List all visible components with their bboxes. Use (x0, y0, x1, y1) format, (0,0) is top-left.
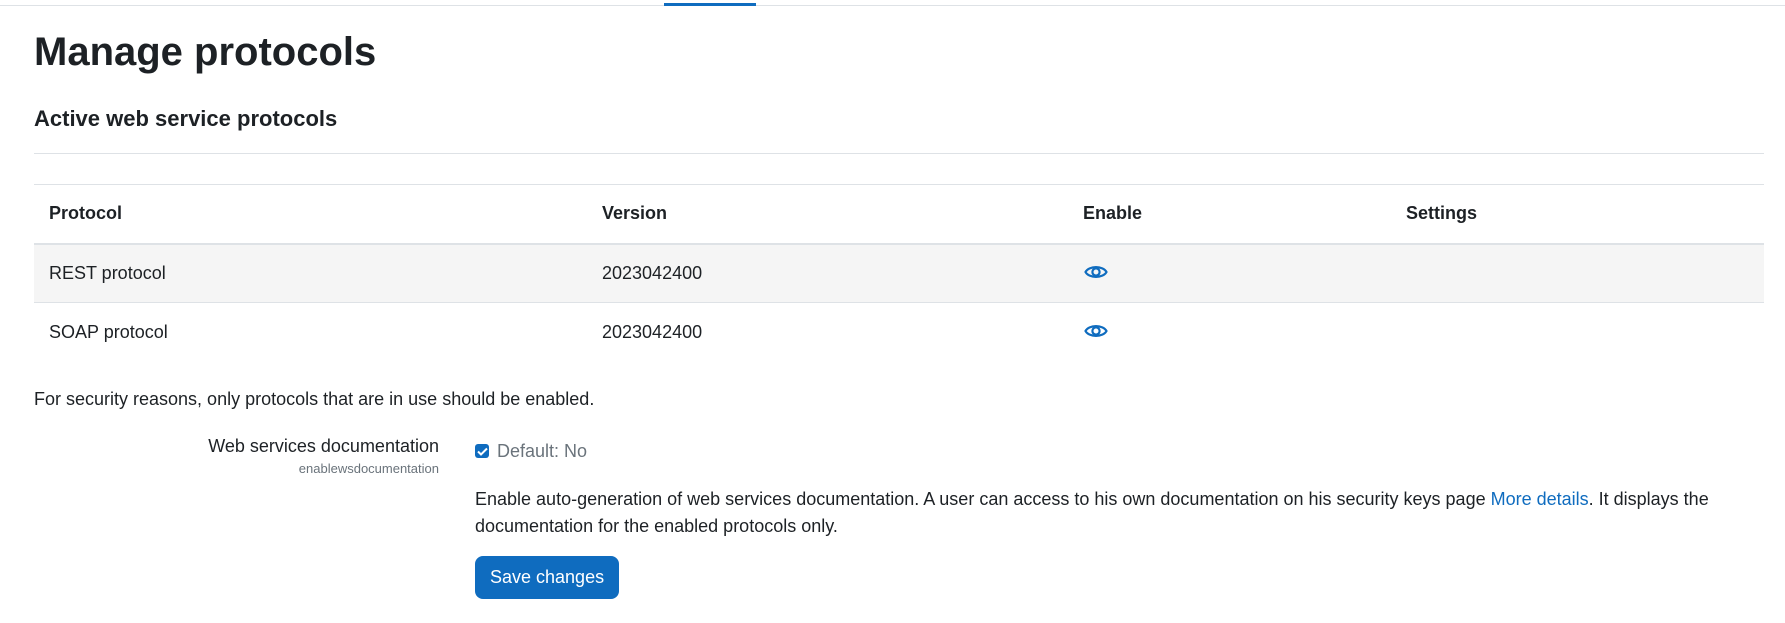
save-changes-button[interactable]: Save changes (475, 556, 620, 599)
enable-documentation-checkbox[interactable] (475, 444, 489, 458)
table-header-row: Protocol Version Enable Settings (34, 184, 1764, 244)
description-text-before: Enable auto-generation of web services d… (475, 489, 1491, 509)
protocols-table: Protocol Version Enable Settings REST pr… (34, 184, 1764, 362)
section-divider (34, 153, 1764, 154)
more-details-link[interactable]: More details (1491, 489, 1589, 509)
header-enable: Enable (1083, 203, 1143, 224)
header-protocol: Protocol (49, 203, 123, 224)
protocol-name: REST protocol (49, 262, 166, 283)
section-title: Active web service protocols (34, 106, 338, 131)
checkmark-icon (476, 447, 488, 456)
settings-cell (1391, 244, 1764, 303)
header-settings: Settings (1406, 203, 1478, 224)
protocol-version: 2023042400 (602, 262, 703, 283)
protocol-name: SOAP protocol (49, 321, 168, 342)
eye-icon[interactable] (1083, 261, 1109, 283)
security-note: For security reasons, only protocols tha… (34, 389, 595, 409)
setting-label-text: Web services documentation (208, 436, 439, 456)
active-tab-indicator (664, 3, 756, 6)
header-version: Version (602, 203, 668, 224)
default-value-text: Default: No (497, 440, 588, 461)
table-row: SOAP protocol 2023042400 (34, 303, 1764, 362)
setting-label: Web services documentation enablewsdocum… (34, 434, 439, 478)
checkbox-row: Default: No (475, 438, 1765, 464)
table-row: REST protocol 2023042400 (34, 243, 1764, 303)
protocol-version: 2023042400 (602, 321, 703, 342)
eye-icon[interactable] (1083, 320, 1109, 342)
top-nav-border (0, 5, 1785, 6)
enable-cell (1068, 303, 1391, 362)
setting-key: enablewsdocumentation (298, 461, 439, 476)
settings-cell (1391, 303, 1764, 362)
setting-description: Enable auto-generation of web services d… (475, 486, 1765, 540)
page-title: Manage protocols (34, 30, 377, 74)
setting-control: Default: No Enable auto-generation of we… (475, 438, 1765, 599)
enable-cell (1068, 244, 1391, 303)
